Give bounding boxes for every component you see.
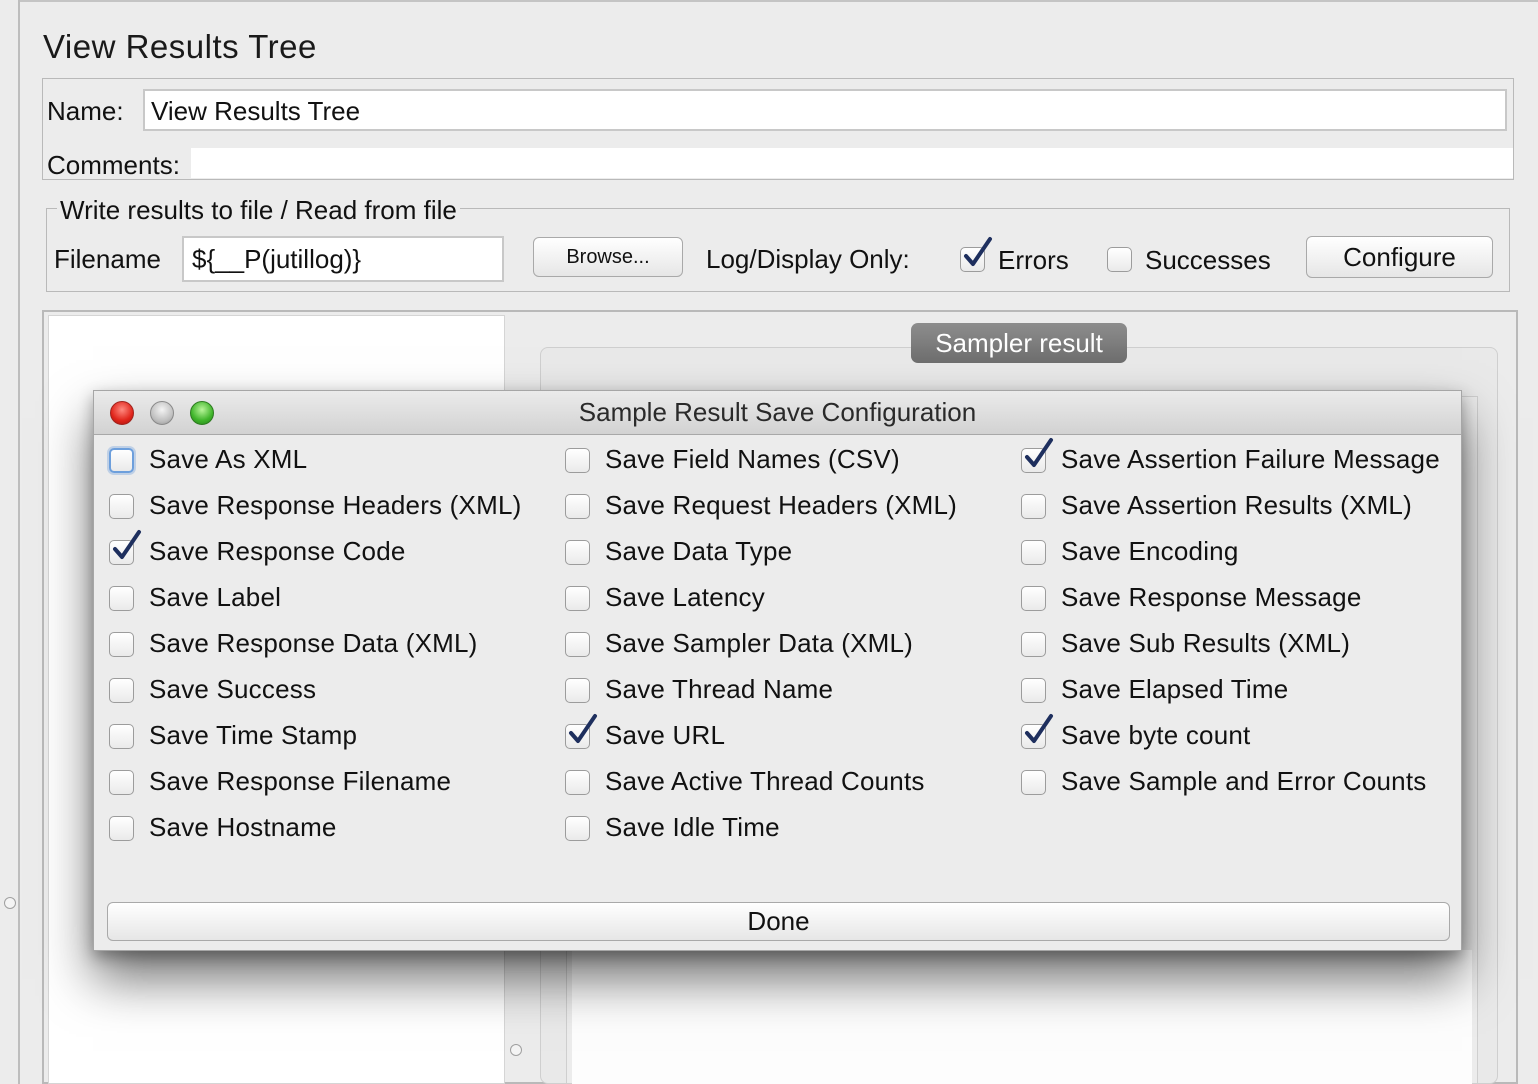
checkmark-icon (1025, 438, 1053, 467)
save-option-label: Save Response Data (XML) (149, 628, 478, 658)
save-option-label: Save Assertion Failure Message (1061, 444, 1440, 474)
name-label: Name: (47, 96, 124, 126)
save-option-label: Save Thread Name (605, 674, 834, 704)
save-option-checkbox[interactable] (109, 494, 134, 519)
save-option-label: Save Response Filename (149, 766, 452, 796)
filename-input[interactable]: ${__P(jutillog)} (182, 236, 504, 282)
successes-label: Successes (1145, 245, 1271, 275)
save-option-label: Save Latency (605, 582, 765, 612)
save-option-label: Save As XML (149, 444, 308, 474)
save-option-checkbox[interactable] (1021, 632, 1046, 657)
save-option-checkbox[interactable] (565, 632, 590, 657)
save-option-label: Save Field Names (CSV) (605, 444, 900, 474)
log-display-only-label: Log/Display Only: (706, 244, 910, 274)
save-option-checkbox[interactable] (1021, 540, 1046, 565)
save-option-checkbox[interactable] (565, 494, 590, 519)
save-option-label: Save Success (149, 674, 317, 704)
save-option-checkbox[interactable] (109, 724, 134, 749)
comments-input[interactable] (191, 148, 1513, 178)
successes-checkbox[interactable] (1107, 247, 1132, 272)
browse-button[interactable]: Browse... (533, 237, 683, 277)
save-option-label: Save byte count (1061, 720, 1251, 750)
checkmark-icon (113, 530, 141, 559)
done-button[interactable]: Done (107, 902, 1450, 941)
file-group-legend: Write results to file / Read from file (57, 195, 460, 226)
save-option-label: Save Label (149, 582, 282, 612)
save-option-label: Save Sampler Data (XML) (605, 628, 914, 658)
errors-label: Errors (998, 245, 1069, 275)
save-option-checkbox[interactable] (565, 448, 590, 473)
save-option-checkbox[interactable] (109, 816, 134, 841)
page-title: View Results Tree (43, 28, 317, 65)
checkmark-icon (569, 714, 597, 743)
name-input[interactable]: View Results Tree (143, 89, 1507, 131)
split-pane-divider[interactable] (18, 0, 20, 1084)
configure-button[interactable]: Configure (1306, 236, 1493, 278)
save-option-checkbox[interactable] (565, 816, 590, 841)
save-option-checkbox[interactable] (109, 448, 134, 473)
save-option-label: Save URL (605, 720, 726, 750)
save-option-checkbox[interactable] (109, 530, 141, 565)
checkmark-icon (964, 237, 992, 266)
save-option-label: Save Response Code (149, 536, 406, 566)
save-option-label: Save Sub Results (XML) (1061, 628, 1351, 658)
split-handle-middle[interactable] (510, 1044, 522, 1056)
save-option-checkbox[interactable] (565, 586, 590, 611)
save-option-checkbox[interactable] (109, 678, 134, 703)
save-option-checkbox[interactable] (1021, 494, 1046, 519)
save-option-label: Save Time Stamp (149, 720, 358, 750)
save-option-checkbox[interactable] (1021, 714, 1053, 749)
save-option-checkbox[interactable] (109, 770, 134, 795)
save-option-checkbox[interactable] (1021, 586, 1046, 611)
save-option-label: Save Hostname (149, 812, 337, 842)
filename-label: Filename (54, 244, 161, 274)
tab-sampler-result[interactable]: Sampler result (911, 323, 1127, 363)
save-option-checkbox[interactable] (565, 770, 590, 795)
save-option-checkbox[interactable] (565, 714, 597, 749)
checkmark-icon (1025, 714, 1053, 743)
sampler-result-text-area[interactable] (572, 950, 1472, 1084)
save-configuration-dialog: Sample Result Save Configuration Save As… (93, 390, 1462, 951)
errors-checkbox[interactable] (960, 237, 992, 272)
comments-label: Comments: (47, 150, 180, 180)
save-option-label: Save Idle Time (605, 812, 780, 842)
window-top-border (18, 0, 1538, 2)
save-option-label: Save Encoding (1061, 536, 1239, 566)
save-option-checkbox[interactable] (109, 632, 134, 657)
save-option-checkbox[interactable] (1021, 438, 1053, 473)
save-option-label: Save Active Thread Counts (605, 766, 925, 796)
save-option-label: Save Data Type (605, 536, 793, 566)
save-option-checkbox[interactable] (1021, 770, 1046, 795)
dialog-title: Sample Result Save Configuration (578, 397, 977, 427)
save-option-label: Save Response Message (1061, 582, 1362, 612)
save-option-label: Save Sample and Error Counts (1061, 766, 1427, 796)
save-option-label: Save Assertion Results (XML) (1061, 490, 1412, 520)
dialog-titlebar[interactable]: Sample Result Save Configuration (94, 391, 1461, 435)
split-handle-left[interactable] (4, 897, 16, 909)
save-option-label: Save Response Headers (XML) (149, 490, 522, 520)
save-option-checkbox[interactable] (565, 678, 590, 703)
save-option-label: Save Elapsed Time (1061, 674, 1289, 704)
save-option-checkbox[interactable] (1021, 678, 1046, 703)
save-option-checkbox[interactable] (565, 540, 590, 565)
save-option-checkbox[interactable] (109, 586, 134, 611)
save-option-label: Save Request Headers (XML) (605, 490, 958, 520)
